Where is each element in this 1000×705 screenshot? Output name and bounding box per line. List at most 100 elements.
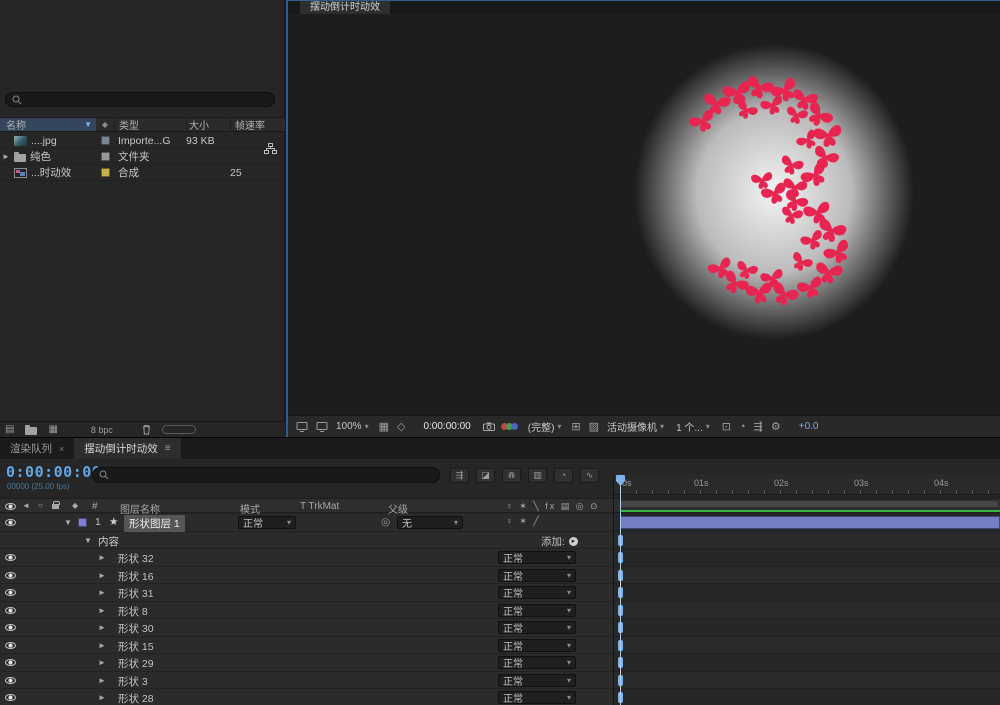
add-property-button[interactable]: 添加: ▸ <box>541 534 578 549</box>
property-track[interactable] <box>613 584 1000 602</box>
expand-arrow-icon[interactable]: ► <box>98 658 106 667</box>
parent-dropdown[interactable]: 无 ▾ <box>397 516 463 530</box>
shape-mode-dropdown[interactable]: 正常 ▾ <box>498 568 576 583</box>
visibility-eye-icon[interactable] <box>5 641 16 649</box>
project-search-input[interactable] <box>5 92 275 107</box>
region-of-interest-icon[interactable]: ⊞ <box>571 420 580 433</box>
solo-column-icon[interactable]: ○ <box>38 501 43 510</box>
visibility-eye-icon[interactable] <box>5 571 16 579</box>
mask-visibility-icon[interactable]: ◇ <box>397 420 405 433</box>
transparency-grid-icon[interactable]: ▨ <box>589 420 599 433</box>
tab-composition-timeline[interactable]: 摆动倒计时动效 ≡ <box>74 438 181 459</box>
contents-row[interactable]: ▼ 内容 添加: ▸ <box>0 531 1000 549</box>
shape-mode-dropdown[interactable]: 正常 ▾ <box>498 691 576 705</box>
pixel-aspect-icon[interactable]: ⊡ <box>722 420 731 433</box>
work-area-bar[interactable] <box>620 501 998 507</box>
property-track[interactable] <box>613 689 1000 705</box>
project-item-row[interactable]: ► 纯色 文件夹 <box>0 149 285 165</box>
main-viewer-icon[interactable] <box>316 421 328 432</box>
audio-column-icon[interactable]: ◄ <box>22 501 30 510</box>
graph-editor-icon[interactable]: ∿ <box>580 467 599 483</box>
shape-row[interactable]: ► 形状 31 正常 ▾ <box>0 584 1000 602</box>
draft-3d-icon[interactable]: ◪ <box>476 467 495 483</box>
shape-mode-dropdown[interactable]: 正常 ▾ <box>498 673 576 688</box>
tab-render-queue[interactable]: 渲染队列 × <box>0 438 74 459</box>
label-color-swatch[interactable] <box>100 152 110 161</box>
contents-label[interactable]: 内容 <box>98 534 119 549</box>
time-ruler[interactable]: 0s 01s 02s 03s 04s <box>614 474 1000 495</box>
column-header-framerate[interactable]: 帧速率 <box>230 118 285 132</box>
expand-arrow-icon[interactable]: ► <box>98 553 106 562</box>
layer-row[interactable]: ▼ 1 ★ 形状图层 1 正常 ▾ ◎ 无 ▾ ♀ ✶ ╱ <box>0 514 1000 532</box>
visibility-eye-icon[interactable] <box>5 676 16 684</box>
shape-row[interactable]: ► 形状 3 正常 ▾ <box>0 671 1000 689</box>
always-preview-icon[interactable] <box>296 421 308 432</box>
shape-row[interactable]: ► 形状 28 正常 ▾ <box>0 689 1000 705</box>
shape-name[interactable]: 形状 28 <box>118 691 154 705</box>
viewer-timecode[interactable]: 0:00:00:00 <box>423 421 470 432</box>
shape-row[interactable]: ► 形状 16 正常 ▾ <box>0 566 1000 584</box>
panel-menu-icon[interactable]: ≡ <box>165 443 171 454</box>
index-column-header[interactable]: # <box>92 501 98 512</box>
exposure-value[interactable]: +0.0 <box>799 421 819 432</box>
property-track[interactable] <box>613 566 1000 584</box>
frame-blending-icon[interactable]: ▥ <box>528 467 547 483</box>
bpc-toggle[interactable]: 8 bpc <box>91 425 113 435</box>
composition-stage[interactable] <box>288 14 1000 415</box>
visibility-eye-icon[interactable] <box>5 624 16 631</box>
property-track[interactable] <box>613 636 1000 654</box>
shape-mode-dropdown[interactable]: 正常 ▾ <box>498 621 576 635</box>
current-time-display[interactable]: 0:00:00:00 <box>6 463 101 481</box>
flowchart-icon[interactable]: ⇶ <box>754 420 763 433</box>
visibility-eye-icon[interactable] <box>5 589 16 596</box>
expand-arrow-icon[interactable]: ► <box>98 606 106 615</box>
shape-row[interactable]: ► 形状 8 正常 ▾ <box>0 601 1000 619</box>
interpret-footage-icon[interactable]: ▤ <box>5 424 14 435</box>
shape-mode-dropdown[interactable]: 正常 ▾ <box>498 586 576 600</box>
expand-arrow-icon[interactable]: ▼ <box>84 536 92 545</box>
expand-arrow-icon[interactable]: ► <box>98 693 106 702</box>
property-track[interactable] <box>613 531 1000 549</box>
property-track[interactable] <box>613 601 1000 619</box>
shape-mode-dropdown[interactable]: 正常 ▾ <box>498 638 576 653</box>
shape-name[interactable]: 形状 29 <box>118 656 154 671</box>
video-column-eye-icon[interactable] <box>5 503 16 510</box>
new-folder-icon[interactable] <box>25 424 38 435</box>
layer-track[interactable] <box>613 514 1000 532</box>
expand-arrow-icon[interactable]: ► <box>98 641 106 650</box>
viewer-tab-composition[interactable]: 摆动倒计时动效 <box>300 1 390 15</box>
expand-arrow-icon[interactable]: ► <box>98 588 106 597</box>
layer-mode-dropdown[interactable]: 正常 ▾ <box>238 516 296 530</box>
shape-name[interactable]: 形状 31 <box>118 586 154 601</box>
expand-arrow-icon[interactable]: ▼ <box>64 518 72 527</box>
property-track[interactable] <box>613 654 1000 672</box>
shape-row[interactable]: ► 形状 32 正常 ▾ <box>0 549 1000 567</box>
property-track[interactable] <box>613 549 1000 567</box>
shape-row[interactable]: ► 形状 30 正常 ▾ <box>0 619 1000 637</box>
column-header-size[interactable]: 大小 <box>186 118 230 132</box>
shape-name[interactable]: 形状 32 <box>118 551 154 566</box>
shape-name[interactable]: 形状 3 <box>118 674 148 689</box>
shape-row[interactable]: ► 形状 29 正常 ▾ <box>0 654 1000 672</box>
resolution-dropdown[interactable]: (完整) ▾ <box>528 419 562 434</box>
label-column-icon[interactable]: ◆ <box>72 501 78 510</box>
layer-name[interactable]: 形状图层 1 <box>124 515 185 532</box>
parent-pickwhip-icon[interactable]: ◎ <box>381 516 390 528</box>
grid-options-icon[interactable]: ▦ <box>379 420 389 433</box>
fast-previews-icon[interactable]: ◔ <box>739 421 746 433</box>
motion-blur-icon[interactable]: ◔ <box>554 467 573 483</box>
magnification-dropdown[interactable]: 100% ▾ <box>336 421 369 432</box>
shape-name[interactable]: 形状 16 <box>118 569 154 584</box>
expand-arrow-icon[interactable]: ► <box>98 623 106 632</box>
column-header-label-icon[interactable]: ◆ <box>96 120 114 129</box>
project-item-row[interactable]: ....jpg Importe...G 93 KB <box>0 133 285 154</box>
shape-row[interactable]: ► 形状 15 正常 ▾ <box>0 636 1000 654</box>
property-track[interactable] <box>613 671 1000 689</box>
visibility-eye-icon[interactable] <box>5 519 16 526</box>
shape-mode-dropdown[interactable]: 正常 ▾ <box>498 551 576 565</box>
shape-mode-dropdown[interactable]: 正常 ▾ <box>498 603 576 618</box>
shy-layers-icon[interactable]: ⋒ <box>502 467 521 483</box>
new-composition-icon[interactable]: ▦ <box>48 424 57 435</box>
trash-icon[interactable] <box>142 424 151 435</box>
view-layout-dropdown[interactable]: 1 个... ▾ <box>676 419 710 434</box>
